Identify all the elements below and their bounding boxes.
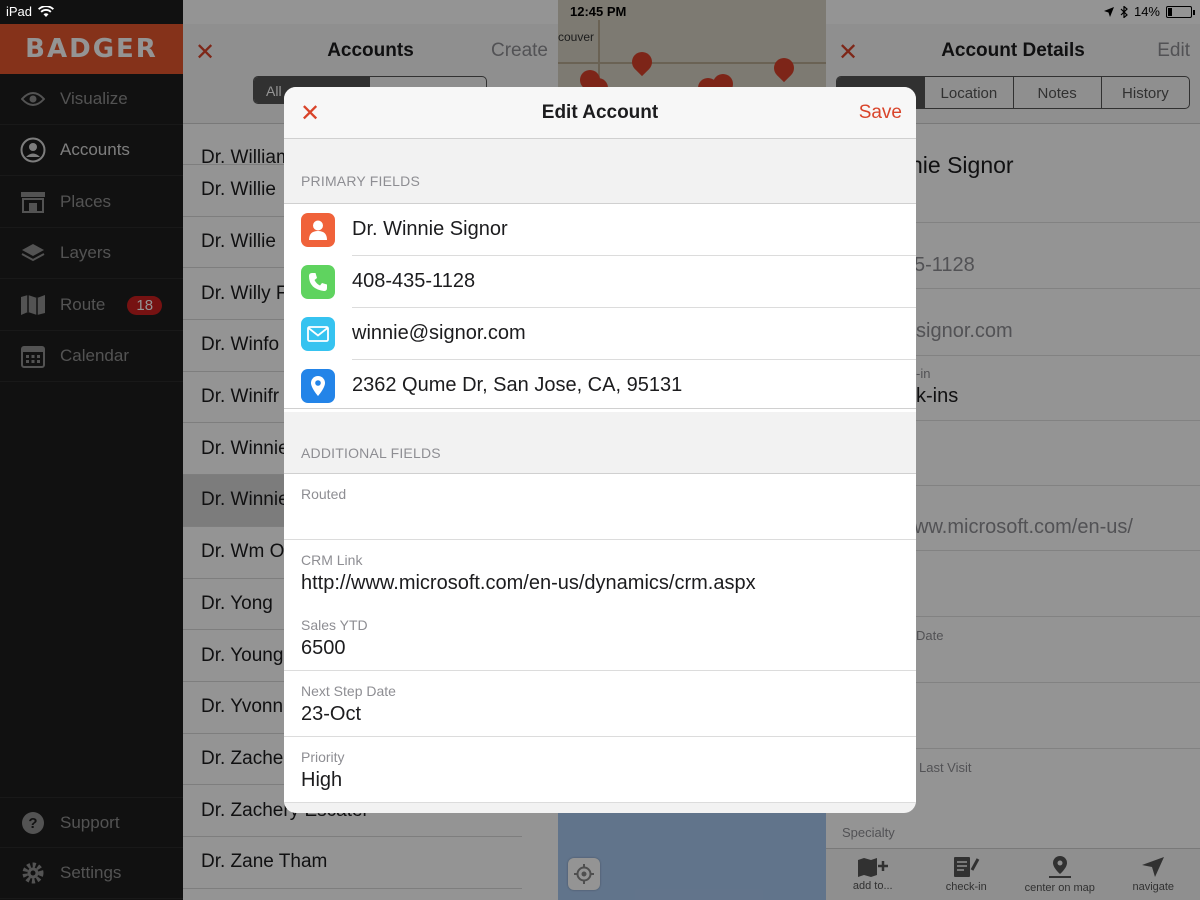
sales-ytd-label: Sales YTD <box>301 617 368 633</box>
next-step-date-label: Next Step Date <box>301 683 396 699</box>
phone-field[interactable]: 408-435-1128 <box>284 256 916 308</box>
divider <box>284 408 916 409</box>
address-value: 2362 Qume Dr, San Jose, CA, 95131 <box>352 374 683 396</box>
status-right: 14% <box>1103 4 1195 19</box>
phone-value: 408-435-1128 <box>352 270 476 292</box>
sales-ytd-field[interactable]: Sales YTD 6500 <box>284 605 916 671</box>
battery-percent: 14% <box>1133 4 1160 19</box>
person-icon <box>301 213 335 247</box>
crm-link-field[interactable]: CRM Link http://www.microsoft.com/en-us/… <box>284 540 916 606</box>
modal-title: Edit Account <box>541 102 659 123</box>
save-button[interactable]: Save <box>859 102 902 124</box>
next-step-date-field[interactable]: Next Step Date 23-Oct <box>284 671 916 737</box>
status-bar: iPad 12:45 PM 14% <box>0 0 1200 24</box>
routed-label: Routed <box>301 486 347 502</box>
sales-ytd-value: 6500 <box>301 637 346 659</box>
priority-label: Priority <box>301 749 345 765</box>
device-label: iPad <box>6 4 33 19</box>
phone-icon <box>301 265 335 299</box>
priority-value: High <box>301 769 343 791</box>
routed-field[interactable]: Routed <box>284 474 916 540</box>
edit-account-modal: ✕ Edit Account Save PRIMARY FIELDS Dr. W… <box>284 87 916 813</box>
crm-link-value: http://www.microsoft.com/en-us/dynamics/… <box>301 572 756 594</box>
name-value: Dr. Winnie Signor <box>352 218 508 240</box>
additional-fields-heading: ADDITIONAL FIELDS <box>301 445 441 461</box>
name-field[interactable]: Dr. Winnie Signor <box>284 204 916 256</box>
mail-icon <box>301 317 335 351</box>
crm-link-label: CRM Link <box>301 552 363 568</box>
primary-fields-heading: PRIMARY FIELDS <box>301 173 420 189</box>
address-field[interactable]: 2362 Qume Dr, San Jose, CA, 95131 <box>284 360 916 412</box>
modal-header: ✕ Edit Account Save <box>284 87 916 139</box>
bluetooth-icon <box>1120 5 1128 18</box>
status-time: 12:45 PM <box>570 4 627 19</box>
location-arrow-icon <box>1103 6 1114 17</box>
next-step-date-value: 23-Oct <box>301 703 362 725</box>
email-field[interactable]: winnie@signor.com <box>284 308 916 360</box>
priority-field[interactable]: Priority High <box>284 737 916 803</box>
status-left: iPad <box>6 4 55 19</box>
divider <box>284 802 916 803</box>
location-pin-icon <box>301 369 335 403</box>
battery-icon <box>1166 5 1195 18</box>
email-value: winnie@signor.com <box>352 322 526 344</box>
wifi-icon <box>38 5 55 17</box>
